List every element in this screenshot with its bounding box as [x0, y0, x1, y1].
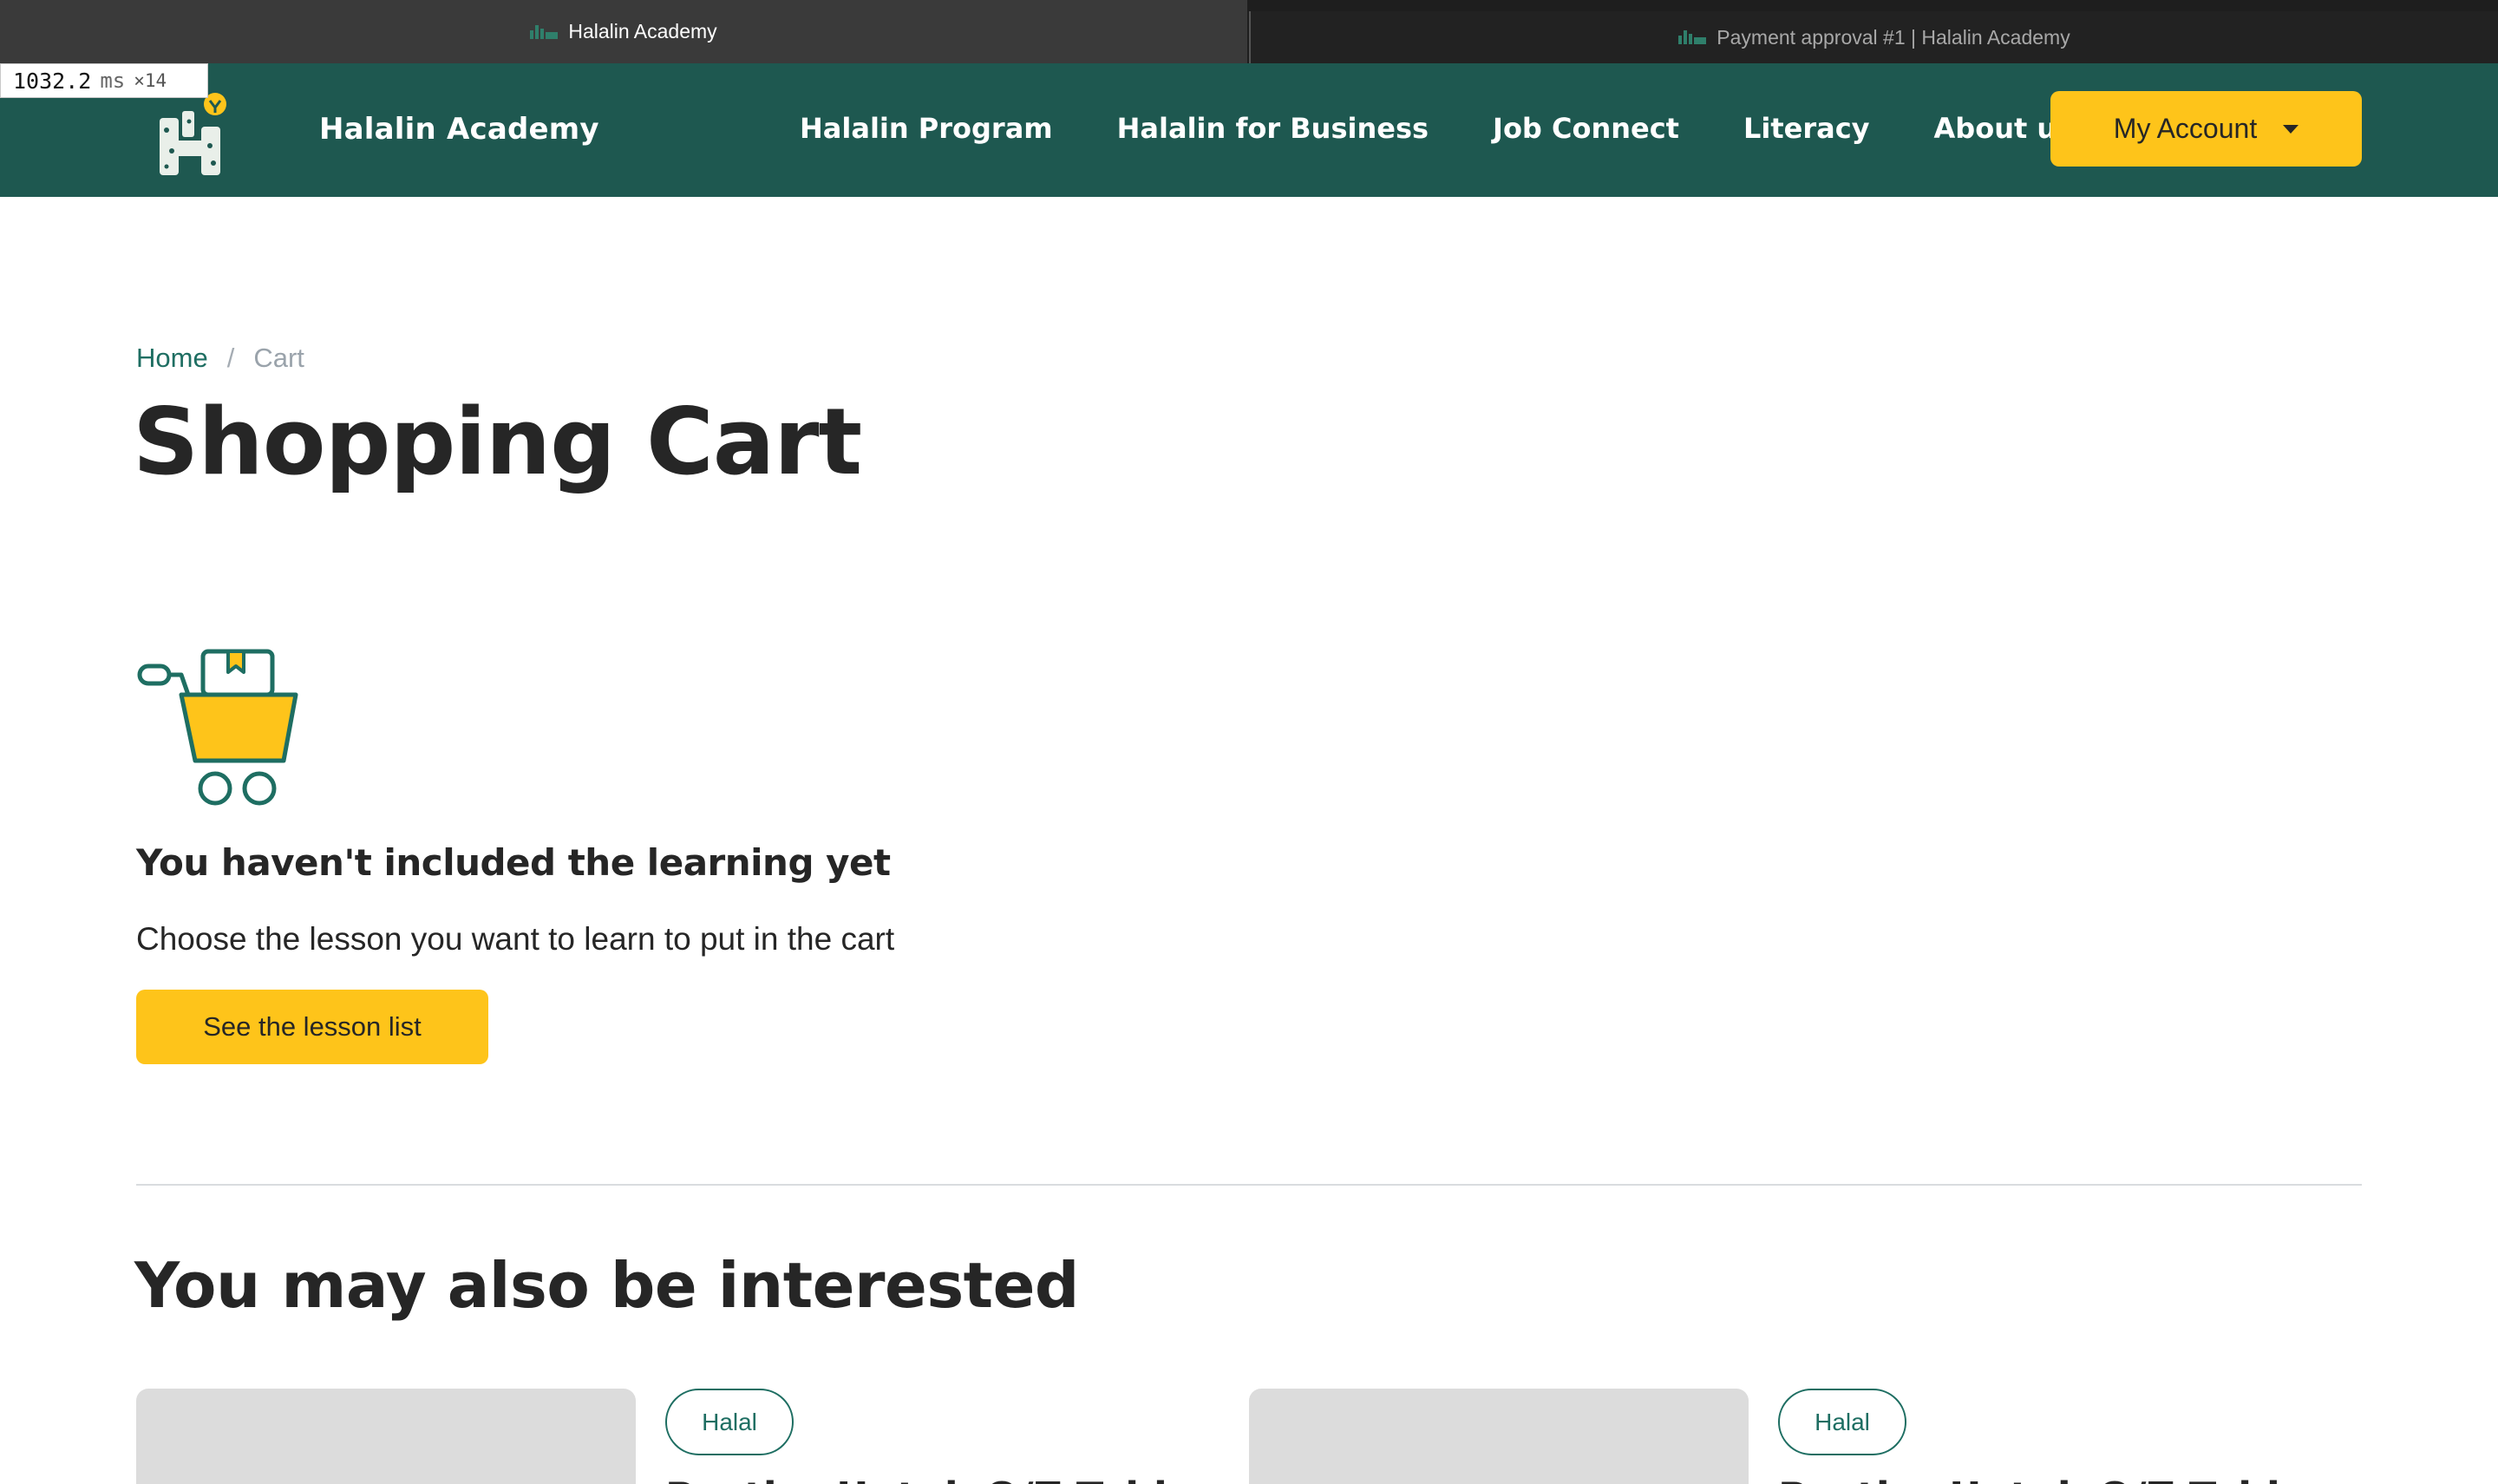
browser-tab-strip: Halalin Academy Payment approval #1 | Ha…	[0, 0, 2498, 63]
halalin-logo-icon[interactable]	[156, 85, 234, 180]
perf-overlay: 1032.2 ms ×14	[0, 63, 208, 98]
page-title: Shopping Cart	[133, 389, 862, 495]
section-divider	[136, 1184, 2362, 1186]
empty-cart-icon	[137, 649, 298, 806]
course-tag: Halal	[1778, 1389, 1906, 1455]
main-menu: Halalin Program Halalin for Business Job…	[800, 112, 2073, 145]
my-account-label: My Account	[2113, 113, 2258, 144]
nav-item-literacy[interactable]: Literacy	[1743, 112, 1870, 145]
course-title[interactable]: Pasti... Untuk Q/Z Tahl...	[1778, 1474, 2325, 1484]
empty-cart-heading: You haven't included the learning yet	[136, 841, 891, 884]
nav-item-halalin-program[interactable]: Halalin Program	[800, 112, 1053, 145]
nav-item-job-connect[interactable]: Job Connect	[1493, 112, 1679, 145]
recommendations-title: You may also be interested	[134, 1249, 1079, 1322]
nav-item-halalin-for-business[interactable]: Halalin for Business	[1117, 112, 1429, 145]
course-thumbnail[interactable]	[1249, 1389, 1749, 1484]
perf-unit: ms	[100, 69, 126, 93]
perf-value: 1032.2	[13, 68, 92, 94]
see-lesson-list-button[interactable]: See the lesson list	[136, 990, 488, 1064]
brand-name[interactable]: Halalin Academy	[319, 112, 599, 147]
breadcrumb-separator: /	[226, 343, 235, 373]
browser-tab-inactive[interactable]: Payment approval #1 | Halalin Academy	[1249, 11, 2498, 63]
breadcrumb: Home / Cart	[136, 343, 304, 374]
breadcrumb-current: Cart	[253, 343, 304, 373]
perf-multiplier: ×14	[134, 70, 167, 91]
page-root: Halalin Academy Payment approval #1 | Ha…	[0, 0, 2498, 1484]
browser-tab-title: Halalin Academy	[568, 20, 717, 42]
top-navbar: Halalin Academy Halalin Program Halalin …	[0, 63, 2498, 197]
caret-down-icon	[2283, 124, 2299, 134]
empty-cart-subtext: Choose the lesson you want to learn to p…	[136, 921, 895, 957]
browser-tab-active[interactable]: Halalin Academy	[0, 0, 1247, 63]
browser-tab-title: Payment approval #1 | Halalin Academy	[1717, 25, 2070, 49]
favicon-icon	[1678, 30, 1707, 44]
favicon-icon	[530, 24, 559, 39]
course-tag: Halal	[665, 1389, 794, 1455]
breadcrumb-home-link[interactable]: Home	[136, 343, 208, 374]
course-thumbnail[interactable]	[136, 1389, 636, 1484]
my-account-button[interactable]: My Account	[2050, 91, 2362, 167]
course-title[interactable]: Pasti... Untuk Q/Z Tahl...	[665, 1474, 1213, 1484]
